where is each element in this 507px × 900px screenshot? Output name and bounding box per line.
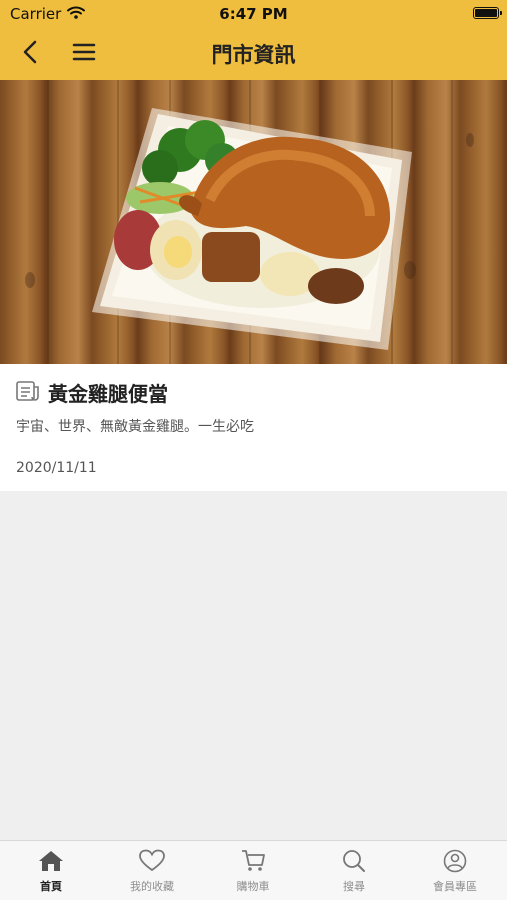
search-icon bbox=[343, 850, 365, 872]
battery-icon bbox=[473, 7, 502, 19]
home-icon bbox=[39, 851, 63, 871]
item-title: 黃金雞腿便當 bbox=[48, 382, 168, 406]
tab-home[interactable]: 首頁 bbox=[6, 849, 96, 894]
chicken-leg-bento-photo bbox=[25, 80, 474, 364]
clock: 6:47 PM bbox=[219, 5, 288, 23]
page-title: 門市資訊 bbox=[211, 43, 296, 67]
user-icon bbox=[443, 849, 467, 873]
tab-member-label: 會員專區 bbox=[433, 880, 477, 893]
tab-search-label: 搜尋 bbox=[343, 880, 365, 893]
card-title-row: 黃金雞腿便當 bbox=[16, 378, 168, 407]
item-date: 2020/11/11 bbox=[16, 460, 97, 476]
tab-cart[interactable]: 購物車 bbox=[208, 849, 298, 894]
tab-favorites[interactable]: 我的收藏 bbox=[107, 849, 197, 894]
tab-favorites-label: 我的收藏 bbox=[130, 880, 174, 893]
heart-icon bbox=[139, 849, 165, 872]
cart-icon bbox=[242, 850, 265, 871]
store-info-card[interactable]: 黃金雞腿便當 宇宙、世界、無敵黃金雞腿。一生必吃 2020/11/11 bbox=[0, 364, 507, 491]
status-bar: Carrier 6:47 PM bbox=[0, 0, 507, 28]
app-header: Carrier 6:47 PM 門市資訊 bbox=[0, 0, 507, 80]
navigation-bar: 門市資訊 bbox=[0, 28, 507, 76]
news-icon bbox=[16, 380, 40, 405]
tab-home-label: 首頁 bbox=[40, 880, 62, 893]
tab-member[interactable]: 會員專區 bbox=[410, 849, 500, 894]
tab-cart-label: 購物車 bbox=[236, 880, 270, 893]
tab-search[interactable]: 搜尋 bbox=[309, 849, 399, 894]
tab-bar: 首頁 我的收藏 購物車 搜尋 會員專區 bbox=[0, 840, 507, 900]
product-image bbox=[0, 80, 507, 364]
item-description: 宇宙、世界、無敵黃金雞腿。一生必吃 bbox=[16, 419, 254, 435]
